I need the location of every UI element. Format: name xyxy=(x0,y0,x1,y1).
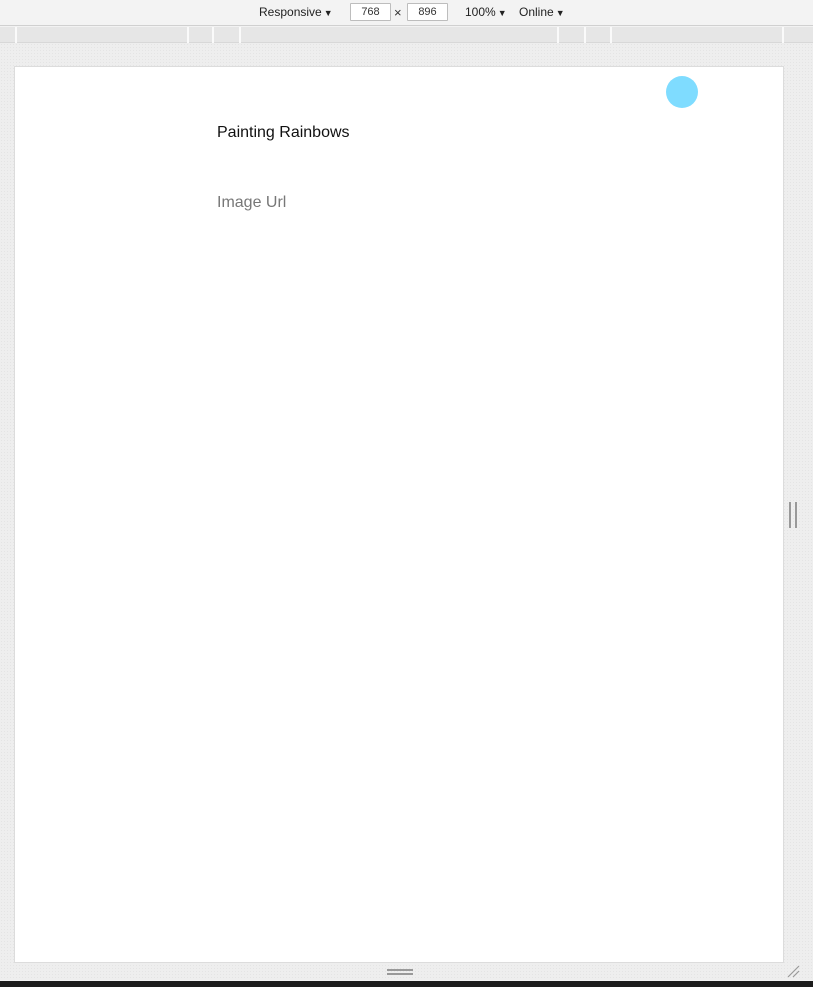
media-query-marker[interactable] xyxy=(212,27,214,43)
media-query-bar[interactable] xyxy=(0,27,813,43)
height-input[interactable] xyxy=(407,3,448,21)
resize-corner-icon[interactable] xyxy=(786,964,800,978)
touch-indicator xyxy=(666,76,698,108)
device-select[interactable]: Responsive ▼ xyxy=(259,5,333,21)
media-query-marker[interactable] xyxy=(557,27,559,43)
network-select-label: Online xyxy=(519,5,554,19)
zoom-select[interactable]: 100% ▼ xyxy=(465,5,507,21)
dropdown-arrow-icon: ▼ xyxy=(323,8,333,18)
resize-handle-icon[interactable] xyxy=(387,969,413,975)
device-toolbar: Responsive▼ × 100%▼ Online▼ xyxy=(0,0,813,26)
media-query-marker[interactable] xyxy=(610,27,612,43)
page-title: Painting Rainbows xyxy=(217,124,350,141)
media-query-marker[interactable] xyxy=(15,27,17,43)
width-input[interactable] xyxy=(350,3,391,21)
zoom-select-label: 100% xyxy=(465,5,496,19)
device-viewport: Painting Rainbows Image Url xyxy=(14,66,784,963)
dropdown-arrow-icon: ▼ xyxy=(497,8,507,18)
device-select-label: Responsive xyxy=(259,5,322,19)
image-url-input[interactable]: Image Url xyxy=(217,194,286,212)
bottom-bar xyxy=(0,981,813,987)
media-query-marker[interactable] xyxy=(187,27,189,43)
times-icon: × xyxy=(394,5,402,20)
network-select[interactable]: Online ▼ xyxy=(519,5,565,21)
media-query-marker[interactable] xyxy=(584,27,586,43)
media-query-marker[interactable] xyxy=(239,27,241,43)
resize-handle-icon[interactable] xyxy=(789,502,797,528)
dropdown-arrow-icon: ▼ xyxy=(555,8,565,18)
media-query-marker[interactable] xyxy=(782,27,784,43)
